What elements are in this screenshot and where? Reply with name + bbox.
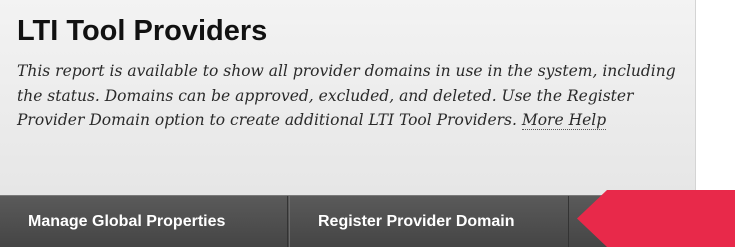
manage-global-properties-button[interactable]: Manage Global Properties <box>0 196 288 247</box>
arrow-pointer-icon <box>577 190 735 247</box>
arrow-pointer-shape <box>577 190 735 247</box>
more-help-link[interactable]: More Help <box>521 111 607 130</box>
header-panel: LTI Tool Providers This report is availa… <box>0 0 696 195</box>
page-description: This report is available to show all pro… <box>17 59 691 133</box>
page: LTI Tool Providers This report is availa… <box>0 0 735 247</box>
register-provider-domain-button[interactable]: Register Provider Domain <box>289 196 569 247</box>
page-title: LTI Tool Providers <box>17 15 268 47</box>
